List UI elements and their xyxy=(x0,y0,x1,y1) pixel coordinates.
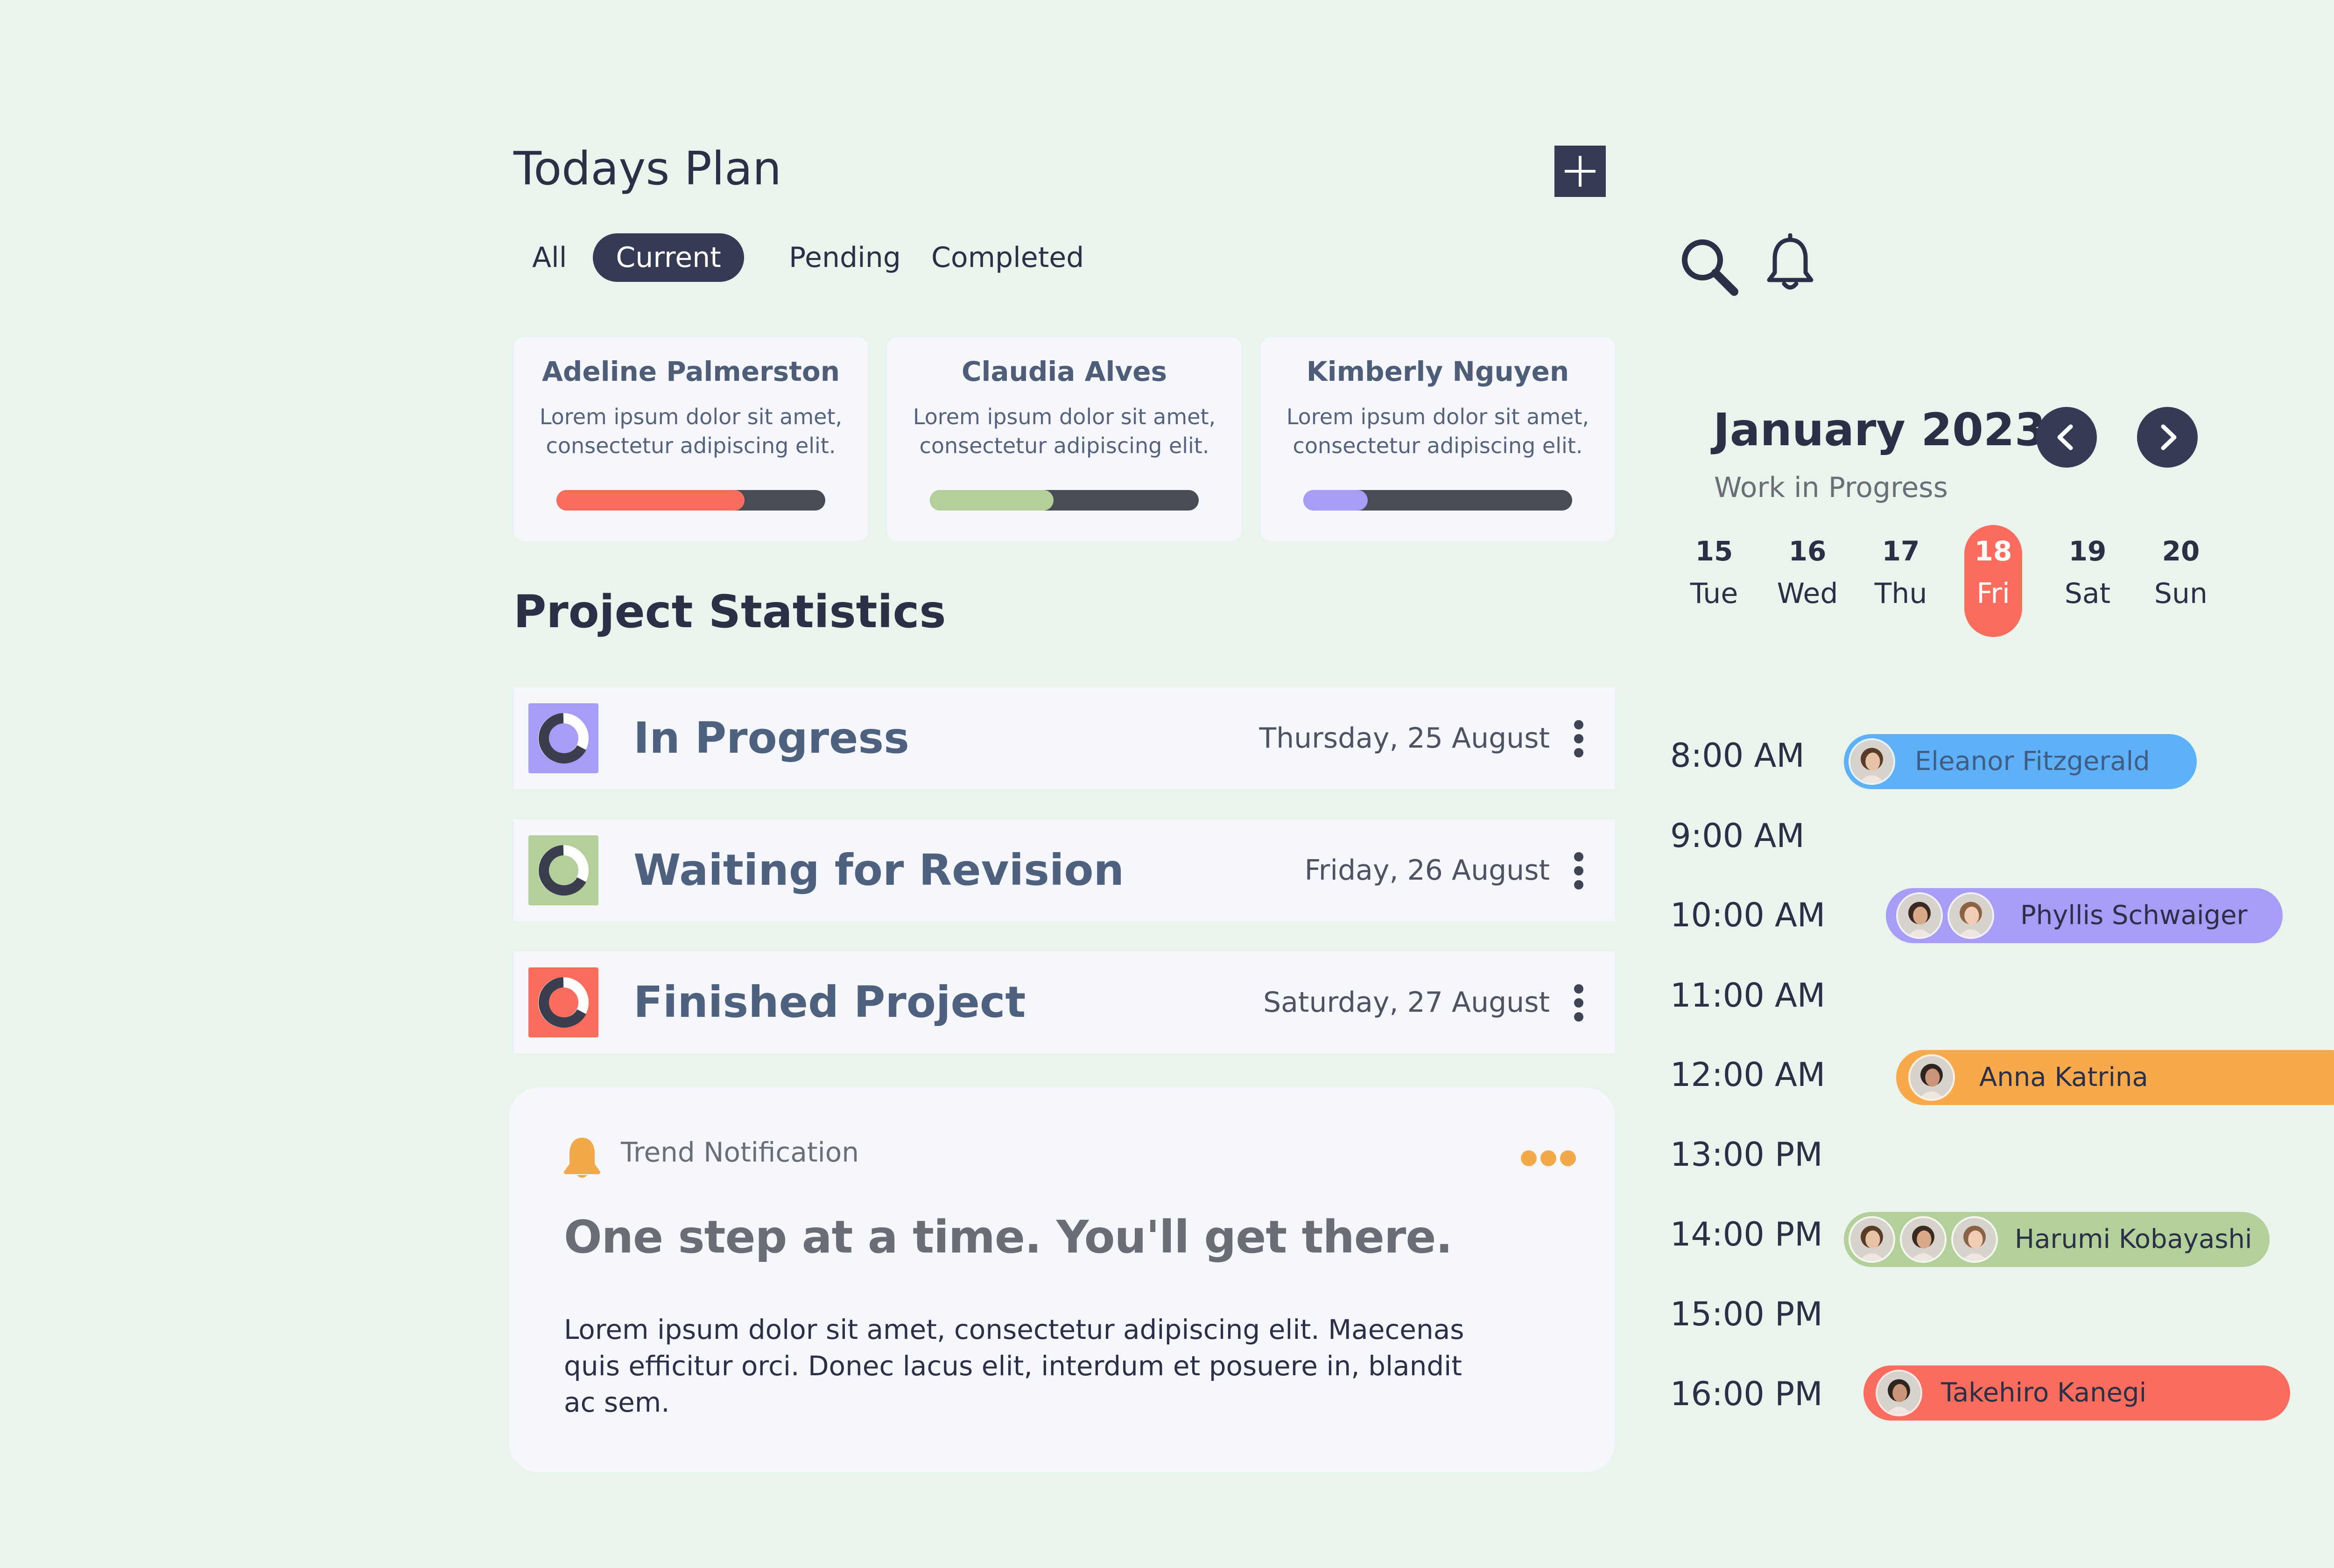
notification-bell-icon[interactable] xyxy=(1765,233,1816,294)
time-label: 16:00 PM xyxy=(1670,1375,1823,1413)
progress-fill xyxy=(930,490,1054,511)
person-description: Lorem ipsum dolor sit amet, consectetur … xyxy=(539,404,843,458)
calendar-subtitle: Work in Progress xyxy=(1714,471,1948,504)
progress-fill xyxy=(556,490,745,511)
time-label: 12:00 AM xyxy=(1670,1056,1826,1094)
time-label: 9:00 AM xyxy=(1670,817,1805,855)
time-label: 8:00 AM xyxy=(1670,736,1805,775)
notification-body: Lorem ipsum dolor sit amet, consectetur … xyxy=(564,1314,1464,1418)
stat-date: Saturday, 27 August xyxy=(1263,986,1550,1019)
day-number: 16 xyxy=(1788,535,1827,567)
donut-chart-icon xyxy=(528,703,598,773)
trend-notification-card: Trend Notification One step at a time. Y… xyxy=(509,1087,1615,1472)
plus-icon xyxy=(1565,156,1596,187)
schedule-event[interactable]: Eleanor Fitzgerald xyxy=(1844,734,2197,789)
more-options-icon[interactable] xyxy=(1517,1150,1578,1169)
schedule-event[interactable]: Phyllis Schwaiger xyxy=(1886,888,2283,943)
day-18-selected[interactable]: 18 Fri xyxy=(1964,525,2022,637)
day-weekday: Sun xyxy=(2154,577,2208,610)
person-name: Adeline Palmerston xyxy=(541,356,840,387)
calendar-month: January 2023 xyxy=(1713,404,2046,456)
next-month-button[interactable] xyxy=(2137,407,2198,468)
add-button[interactable] xyxy=(1554,146,1606,197)
stat-row-finished-project[interactable]: Finished Project Saturday, 27 August xyxy=(513,952,1615,1053)
stat-row-in-progress[interactable]: In Progress Thursday, 25 August xyxy=(513,687,1615,789)
more-options-icon[interactable] xyxy=(1574,852,1583,889)
avatar xyxy=(1951,1216,1998,1263)
notification-label: Trend Notification xyxy=(621,1136,859,1168)
tab-all[interactable]: All xyxy=(532,233,567,282)
event-name: Eleanor Fitzgerald xyxy=(1915,746,2150,777)
progress-fill xyxy=(1303,490,1368,511)
chevron-left-icon xyxy=(2057,424,2073,450)
event-name: Takehiro Kanegi xyxy=(1941,1378,2147,1408)
time-label: 13:00 PM xyxy=(1670,1135,1823,1174)
day-number: 15 xyxy=(1695,535,1733,567)
day-number: 17 xyxy=(1882,535,1920,567)
stat-date: Friday, 26 August xyxy=(1304,854,1550,887)
time-label: 10:00 AM xyxy=(1670,896,1826,934)
avatar xyxy=(1849,738,1895,785)
donut-chart-icon xyxy=(528,967,598,1037)
day-weekday: Fri xyxy=(1976,577,2010,610)
progress-bar xyxy=(556,490,825,511)
schedule-event[interactable]: Harumi Kobayashi xyxy=(1844,1212,2270,1267)
person-name: Claudia Alves xyxy=(961,356,1167,387)
day-number: 18 xyxy=(1974,535,2012,567)
day-20[interactable]: 20 Sun xyxy=(2144,525,2218,637)
tab-current[interactable]: Current xyxy=(593,233,744,282)
person-card[interactable]: Claudia Alves Lorem ipsum dolor sit amet… xyxy=(887,337,1242,541)
day-19[interactable]: 19 Sat xyxy=(2050,525,2125,637)
day-17[interactable]: 17 Thu xyxy=(1863,525,1938,637)
stat-label: Waiting for Revision xyxy=(633,845,1125,895)
notification-headline: One step at a time. You'll get there. xyxy=(564,1211,1453,1263)
stat-date: Thursday, 25 August xyxy=(1259,722,1550,755)
day-weekday: Wed xyxy=(1777,577,1838,610)
day-weekday: Tue xyxy=(1690,577,1738,610)
event-name: Anna Katrina xyxy=(1979,1062,2148,1092)
progress-bar xyxy=(930,490,1199,511)
person-card[interactable]: Adeline Palmerston Lorem ipsum dolor sit… xyxy=(513,337,868,541)
avatar xyxy=(1876,1370,1922,1416)
day-15[interactable]: 15 Tue xyxy=(1677,525,1751,637)
donut-chart-icon xyxy=(528,835,598,905)
progress-bar xyxy=(1303,490,1572,511)
more-options-icon[interactable] xyxy=(1574,984,1583,1022)
schedule-event[interactable]: Anna Katrina xyxy=(1896,1050,2334,1105)
avatar xyxy=(1900,1216,1947,1263)
day-number: 19 xyxy=(2068,535,2107,567)
stat-label: In Progress xyxy=(633,713,909,763)
section-title: Project Statistics xyxy=(513,586,946,638)
bell-icon xyxy=(564,1138,600,1178)
person-card[interactable]: Kimberly Nguyen Lorem ipsum dolor sit am… xyxy=(1260,337,1615,541)
stat-label: Finished Project xyxy=(633,977,1026,1027)
person-description: Lorem ipsum dolor sit amet, consectetur … xyxy=(1286,404,1589,458)
event-name: Harumi Kobayashi xyxy=(2015,1224,2252,1254)
time-label: 15:00 PM xyxy=(1670,1295,1823,1333)
stat-row-waiting-for-revision[interactable]: Waiting for Revision Friday, 26 August xyxy=(513,819,1615,921)
person-name: Kimberly Nguyen xyxy=(1306,356,1569,387)
day-weekday: Sat xyxy=(2064,577,2111,610)
day-16[interactable]: 16 Wed xyxy=(1770,525,1845,637)
time-label: 14:00 PM xyxy=(1670,1215,1823,1253)
search-icon[interactable] xyxy=(1678,236,1739,296)
avatar xyxy=(1908,1054,1955,1101)
chevron-right-icon xyxy=(2161,424,2177,450)
day-number: 20 xyxy=(2162,535,2200,567)
time-label: 11:00 AM xyxy=(1670,976,1826,1015)
tab-completed[interactable]: Completed xyxy=(931,233,1084,282)
avatar xyxy=(1849,1216,1895,1263)
person-description: Lorem ipsum dolor sit amet, consectetur … xyxy=(913,404,1216,458)
tab-pending[interactable]: Pending xyxy=(789,233,901,282)
page-title: Todays Plan xyxy=(513,142,782,196)
avatar xyxy=(1947,892,1994,939)
more-options-icon[interactable] xyxy=(1574,720,1583,757)
avatar xyxy=(1896,892,1943,939)
schedule-event[interactable]: Takehiro Kanegi xyxy=(1863,1365,2290,1421)
event-name: Phyllis Schwaiger xyxy=(2020,900,2248,931)
day-weekday: Thu xyxy=(1874,577,1927,610)
prev-month-button[interactable] xyxy=(2036,407,2097,468)
